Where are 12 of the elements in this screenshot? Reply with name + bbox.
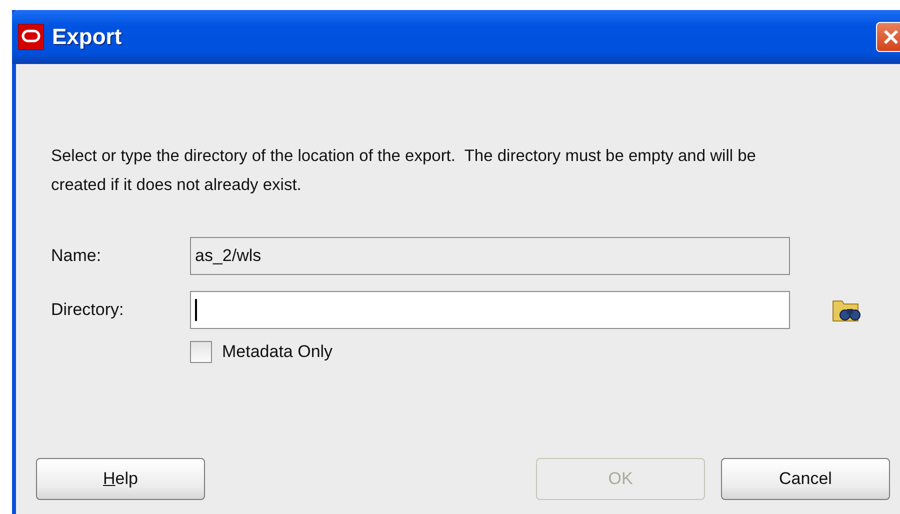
checkbox[interactable] [190, 341, 212, 363]
window-title: Export [52, 24, 122, 50]
field-label: Name: [51, 246, 102, 266]
instructions-text: Select or type the directory of the location of the export. The directory must be empty and will be created if it does not already exist. [51, 146, 757, 196]
checkbox-label: Metadata Only [222, 342, 333, 362]
close-button[interactable] [876, 22, 900, 52]
field-label: Directory: [51, 300, 125, 320]
close-icon [882, 28, 900, 46]
app-logo-icon [18, 24, 44, 50]
input-field[interactable] [190, 291, 790, 329]
dialog-button[interactable]: Help [36, 458, 205, 500]
dialog-button[interactable]: Cancel [721, 458, 890, 500]
